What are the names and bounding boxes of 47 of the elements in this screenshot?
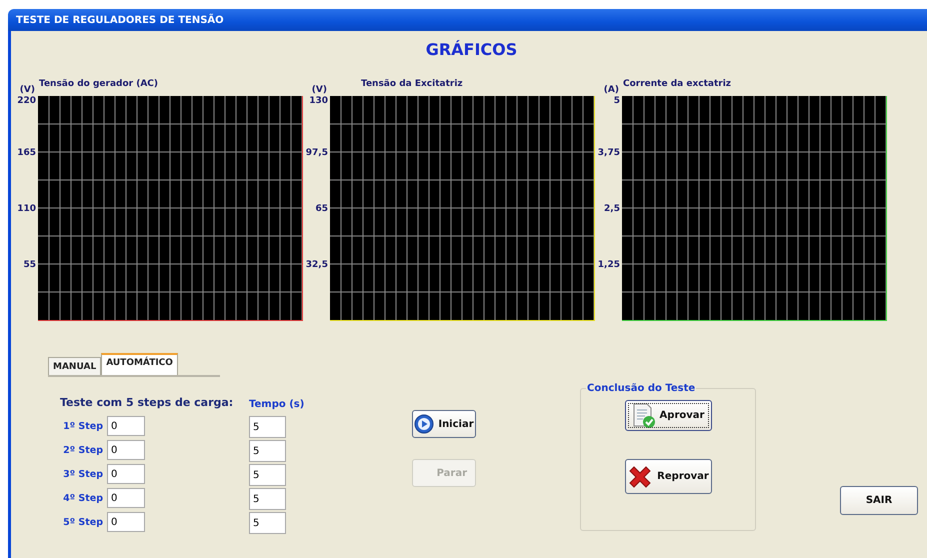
axis-tick-label: 110 (17, 204, 36, 214)
reject-button[interactable]: Reprovar (624, 459, 712, 494)
axis-unit: (V) (310, 85, 328, 96)
step-input[interactable]: 0 (107, 464, 145, 484)
time-input[interactable]: 5 (249, 464, 286, 486)
step-label: 4º Step (62, 492, 104, 504)
time-input[interactable]: 5 (249, 416, 286, 438)
axis-unit: (A) (602, 85, 620, 96)
start-button[interactable]: Iniciar (412, 410, 476, 438)
step-label: 5º Step (62, 516, 104, 528)
step-label: 3º Step (62, 468, 104, 480)
axis-tick-label: 165 (17, 148, 36, 158)
tab[interactable]: MANUAL (48, 357, 102, 375)
axis-tick-label: 5 (614, 96, 620, 106)
axis-tick-label: 220 (17, 96, 36, 106)
tab[interactable]: AUTOMÁTICO (101, 353, 178, 375)
steps-heading: Teste com 5 steps de carga: (59, 396, 234, 409)
step-input[interactable]: 0 (107, 440, 145, 460)
graph-title: Tensão da Excitatriz (360, 79, 463, 91)
axis-tick-label: 32,5 (306, 260, 328, 270)
graph-title: Tensão do gerador (AC) (39, 79, 158, 91)
cross-icon (627, 464, 654, 490)
step-input[interactable]: 0 (107, 512, 145, 532)
group-title: Conclusão do Teste (586, 383, 696, 394)
axis-tick-label: 65 (315, 204, 328, 214)
window-title: TESTE DE REGULADORES DE TENSÃO (16, 14, 224, 26)
document-check-icon (632, 402, 656, 428)
step-label: 1º Step (62, 420, 104, 432)
axis-tick-label: 130 (309, 96, 328, 106)
step-input[interactable]: 0 (107, 416, 145, 436)
axis-unit: (V) (18, 85, 36, 96)
page-heading: GRÁFICOS (424, 39, 518, 61)
axis-tick-label: 2,5 (604, 204, 620, 214)
axis-tick-label: 55 (23, 260, 36, 270)
time-input[interactable]: 5 (249, 512, 286, 534)
axis-tick-label: 97,5 (306, 148, 328, 158)
approve-button[interactable]: Aprovar (624, 400, 712, 431)
time-input[interactable]: 5 (249, 440, 286, 462)
axis-tick-label: 1,25 (598, 260, 620, 270)
exit-button[interactable]: SAIR (840, 486, 918, 515)
time-heading: Tempo (s) (249, 399, 306, 410)
graph-title: Corrente da exctatriz (623, 79, 732, 91)
axis-tick-label: 3,75 (598, 148, 620, 158)
play-icon (414, 414, 434, 434)
time-input[interactable]: 5 (249, 488, 286, 510)
step-input[interactable]: 0 (107, 488, 145, 508)
step-label: 2º Step (62, 444, 104, 456)
